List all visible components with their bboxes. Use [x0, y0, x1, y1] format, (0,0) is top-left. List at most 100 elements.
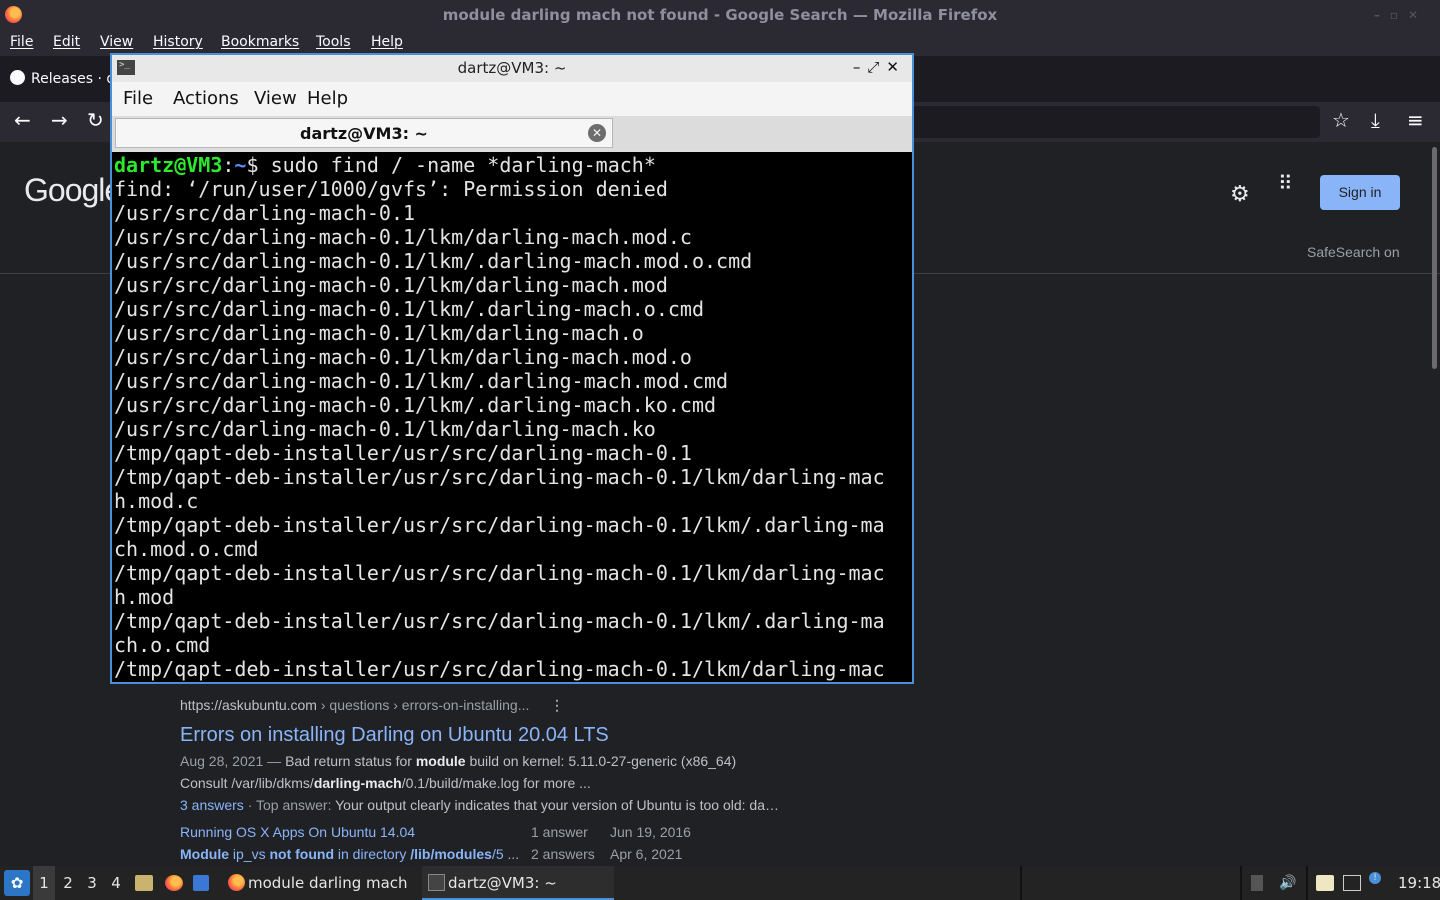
search-result: https://askubuntu.com › questions › erro… [180, 697, 880, 862]
github-icon [10, 70, 25, 85]
terminal-window-controls[interactable]: –⤢✕ [853, 58, 906, 76]
google-apps-icon[interactable]: ⠿ [1278, 174, 1298, 194]
taskbar-separator [1306, 866, 1308, 900]
desktop-icon[interactable] [193, 875, 209, 891]
menu-help[interactable]: Help [371, 34, 403, 50]
snippet-text: Your output clearly indicates that your … [335, 797, 779, 813]
terminal-menubar: File Actions View Help [112, 82, 912, 116]
terminal-output[interactable]: dartz@VM3:~$ sudo find / -name *darling-… [112, 152, 912, 682]
volume-icon[interactable]: 🔊 [1279, 875, 1296, 891]
close-tab-icon[interactable]: ✕ [588, 124, 606, 142]
back-icon[interactable]: ← [14, 110, 31, 130]
output-line: /usr/src/darling-mach-0.1/lkm/darling-ma… [114, 273, 668, 297]
sub-result-answers: 2 answers [531, 846, 595, 862]
result-snippet-line2: Consult /var/lib/dkms/darling-mach/0.1/b… [180, 775, 591, 791]
bookmark-star-icon[interactable]: ☆ [1332, 110, 1350, 130]
sign-in-button[interactable]: Sign in [1320, 175, 1400, 210]
google-logo[interactable]: Google [24, 172, 122, 209]
result-date: Aug 28, 2021 — [180, 753, 286, 769]
terminal-menu-help[interactable]: Help [307, 88, 348, 109]
output-line: /tmp/qapt-deb-installer/usr/src/darling-… [114, 561, 885, 585]
prompt-symbol: $ [246, 153, 271, 177]
sub-title-part: Module [180, 846, 229, 862]
terminal-tab[interactable]: dartz@VM3: ~ ✕ [115, 118, 613, 148]
safesearch-status[interactable]: SafeSearch on [1307, 244, 1400, 260]
file-manager-icon[interactable] [135, 875, 153, 891]
output-line: /usr/src/darling-mach-0.1/lkm/.darling-m… [114, 249, 753, 273]
workspace-4[interactable]: 4 [105, 866, 127, 900]
sub-result-link[interactable]: Running OS X Apps On Ubuntu 14.04 [180, 824, 415, 840]
workspace-2[interactable]: 2 [57, 866, 79, 900]
result-title-link[interactable]: Errors on installing Darling on Ubuntu 2… [180, 724, 609, 747]
window-controls[interactable]: –▫✕ [1374, 8, 1428, 22]
cite-path: › questions › errors-on-installing... [316, 697, 530, 713]
menu-history[interactable]: History [153, 34, 203, 50]
sub-result-row: Module ip_vs not found in directory /lib… [180, 846, 682, 862]
output-line: /tmp/qapt-deb-installer/usr/src/darling-… [114, 465, 885, 489]
output-line: ch.o.cmd [114, 633, 211, 657]
output-line: /usr/src/darling-mach-0.1/lkm/.darling-m… [114, 393, 717, 417]
start-menu-icon[interactable]: ✿ [4, 870, 30, 896]
taskbar-separator [1020, 866, 1022, 900]
network-icon[interactable] [1343, 875, 1361, 891]
page-scrollbar[interactable] [1432, 147, 1437, 369]
sub-title-part: not found [269, 846, 334, 862]
forward-icon[interactable]: → [51, 110, 68, 130]
settings-gear-icon[interactable]: ⚙ [1230, 181, 1250, 207]
task-terminal[interactable]: dartz@VM3: ~ [422, 866, 614, 900]
updates-icon[interactable]: ! [1369, 872, 1381, 884]
result-more-icon[interactable]: ⋮ [550, 697, 564, 714]
terminal-titlebar[interactable]: >_ dartz@VM3: ~ –⤢✕ [112, 55, 912, 82]
snippet-bold: module [415, 753, 466, 769]
menu-bookmarks[interactable]: Bookmarks [221, 34, 299, 50]
menu-file[interactable]: File [10, 34, 33, 50]
menu-view[interactable]: View [100, 34, 133, 50]
output-line: /tmp/qapt-deb-installer/usr/src/darling-… [114, 441, 692, 465]
reload-icon[interactable]: ↻ [87, 110, 104, 130]
result-cite[interactable]: https://askubuntu.com › questions › erro… [180, 697, 880, 713]
sub-result-row: Running OS X Apps On Ubuntu 14.04 1 answ… [180, 824, 691, 840]
tab-releases[interactable]: Releases · d [6, 64, 116, 94]
terminal-menu-view[interactable]: View [254, 88, 297, 109]
terminal-menu-file[interactable]: File [123, 88, 153, 109]
output-line: /usr/src/darling-mach-0.1/lkm/darling-ma… [114, 417, 656, 441]
output-line: /tmp/qapt-deb-installer/usr/src/darling-… [114, 513, 885, 537]
command-line: dartz@VM3:~$ sudo find / -name *darling-… [114, 153, 912, 177]
output-line: /usr/src/darling-mach-0.1/lkm/.darling-m… [114, 297, 705, 321]
task-firefox[interactable]: module darling mach ... [222, 866, 414, 900]
firefox-launcher-icon[interactable] [165, 875, 183, 891]
output-line: /usr/src/darling-mach-0.1 [114, 201, 416, 225]
clock[interactable]: 19:18 [1398, 866, 1440, 900]
output-line: /usr/src/darling-mach-0.1/lkm/darling-ma… [114, 225, 692, 249]
prompt-separator: : [222, 153, 235, 177]
snippet-text: Bad return status for [285, 753, 416, 769]
answers-link[interactable]: 3 answers [180, 797, 244, 813]
output-line: /usr/src/darling-mach-0.1/lkm/.darling-m… [114, 369, 729, 393]
sub-result-link[interactable]: Module ip_vs not found in directory /lib… [180, 846, 519, 862]
taskbar: ✿ 1 2 3 4 module darling mach ... dartz@… [0, 866, 1440, 900]
menu-edit[interactable]: Edit [53, 34, 80, 50]
snippet-label: · Top answer: [243, 797, 336, 813]
sub-result-date: Jun 19, 2016 [610, 824, 691, 840]
firefox-titlebar: module darling mach not found - Google S… [0, 0, 1440, 30]
downloads-icon[interactable]: ⤓ [1371, 110, 1380, 130]
sub-result-date: Apr 6, 2021 [610, 846, 683, 862]
task-label: dartz@VM3: ~ [448, 874, 557, 892]
terminal-menu-actions[interactable]: Actions [173, 88, 239, 109]
app-menu-icon[interactable]: ≡ [1407, 110, 1424, 130]
output-line: h.mod [114, 585, 175, 609]
menu-tools[interactable]: Tools [316, 34, 351, 50]
output-line: /tmp/qapt-deb-installer/usr/src/darling-… [114, 657, 885, 681]
firefox-icon [228, 874, 245, 891]
workspace-3[interactable]: 3 [81, 866, 103, 900]
sub-title-part: ip_vs [229, 846, 270, 862]
terminal-title: dartz@VM3: ~ [457, 59, 567, 77]
result-snippet-line1: Aug 28, 2021 — Bad return status for mod… [180, 753, 736, 769]
command-text: sudo find / -name *darling-mach* [270, 153, 656, 177]
workspace-1[interactable]: 1 [33, 866, 55, 900]
tab-label: Releases · d [31, 71, 116, 87]
clipboard-icon[interactable] [1316, 875, 1334, 891]
terminal-icon [428, 874, 445, 891]
keyboard-layout-icon[interactable] [1251, 875, 1263, 891]
output-line: h.mod.c [114, 489, 199, 513]
